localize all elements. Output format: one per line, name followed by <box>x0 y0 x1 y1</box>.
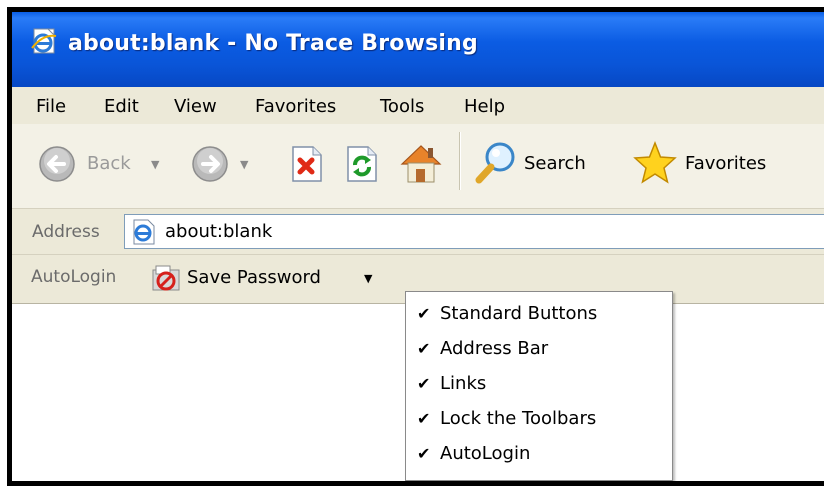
window-title: about:blank - No Trace Browsing <box>68 31 478 56</box>
menu-view[interactable]: View <box>174 96 217 117</box>
back-label: Back <box>87 153 131 174</box>
menu-item-label: Links <box>440 373 487 394</box>
menu-item-address-bar[interactable]: ✔ Address Bar <box>406 332 672 366</box>
back-arrow-icon <box>39 146 75 182</box>
menu-item-label: Lock the Toolbars <box>440 408 597 429</box>
forward-dropdown-icon[interactable]: ▼ <box>240 158 248 171</box>
menu-file[interactable]: File <box>36 96 66 117</box>
star-icon <box>633 140 677 184</box>
autologin-label: AutoLogin <box>31 267 117 287</box>
toolbar-context-menu: ✔ Standard Buttons ✔ Address Bar ✔ Links… <box>405 291 673 481</box>
address-input[interactable]: about:blank <box>124 214 824 249</box>
back-button[interactable]: Back ▼ <box>32 144 182 184</box>
menu-item-label: Standard Buttons <box>440 303 598 324</box>
forward-arrow-icon <box>192 146 228 182</box>
refresh-icon[interactable] <box>344 145 380 183</box>
ie-page-icon <box>133 219 155 245</box>
menu-item-autologin[interactable]: ✔ AutoLogin <box>406 437 672 471</box>
menu-item-label: AutoLogin <box>440 443 531 464</box>
menu-favorites[interactable]: Favorites <box>255 96 336 117</box>
standard-toolbar: Back ▼ ▼ Search Favorites <box>12 124 824 209</box>
search-label: Search <box>524 153 586 174</box>
ie-page-icon <box>31 28 57 54</box>
checkmark-icon: ✔ <box>417 304 431 323</box>
checkmark-icon: ✔ <box>417 339 431 358</box>
magnifier-icon <box>475 142 515 184</box>
save-password-dropdown-icon[interactable]: ▼ <box>364 272 372 285</box>
back-dropdown-icon[interactable]: ▼ <box>151 158 159 171</box>
menu-bar: File Edit View Favorites Tools Help <box>12 87 824 125</box>
browser-window: about:blank - No Trace Browsing File Edi… <box>7 7 824 486</box>
favorites-button[interactable]: Favorites <box>632 140 824 188</box>
save-password-button[interactable]: Save Password ▼ <box>149 260 379 296</box>
address-bar: Address about:blank <box>12 209 824 255</box>
home-icon[interactable] <box>398 140 444 186</box>
save-password-icon <box>152 265 180 291</box>
search-button[interactable]: Search <box>472 138 622 188</box>
forward-button[interactable]: ▼ <box>190 144 265 184</box>
address-label: Address <box>32 222 100 242</box>
menu-item-standard-buttons[interactable]: ✔ Standard Buttons <box>406 297 672 331</box>
menu-item-label: Address Bar <box>440 338 549 359</box>
stop-icon[interactable] <box>289 145 325 183</box>
address-value: about:blank <box>165 221 273 242</box>
menu-tools[interactable]: Tools <box>380 96 424 117</box>
checkmark-icon: ✔ <box>417 374 431 393</box>
checkmark-icon: ✔ <box>417 444 431 463</box>
menu-help[interactable]: Help <box>464 96 505 117</box>
save-password-label: Save Password <box>187 267 321 288</box>
favorites-label: Favorites <box>685 153 767 174</box>
menu-item-links[interactable]: ✔ Links <box>406 367 672 401</box>
toolbar-separator <box>459 132 461 190</box>
menu-edit[interactable]: Edit <box>104 96 139 117</box>
checkmark-icon: ✔ <box>417 409 431 428</box>
menu-item-lock-toolbars[interactable]: ✔ Lock the Toolbars <box>406 402 672 436</box>
title-bar[interactable]: about:blank - No Trace Browsing <box>12 12 824 87</box>
